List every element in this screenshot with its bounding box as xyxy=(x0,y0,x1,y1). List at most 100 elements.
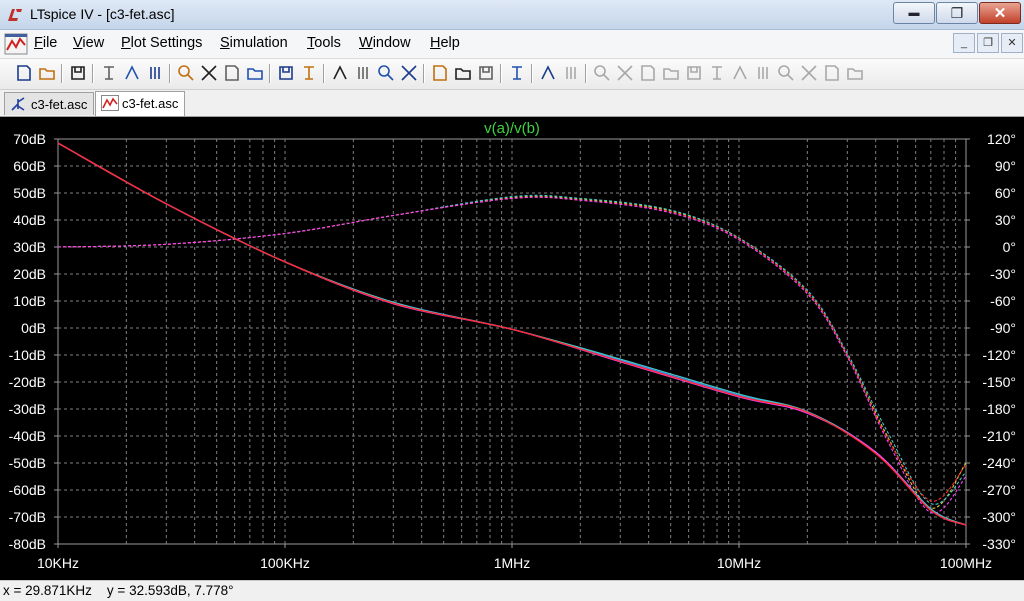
toolbar-separator xyxy=(585,64,587,83)
y-tick-label: 20dB xyxy=(13,266,46,282)
y-tick-label: 40dB xyxy=(13,212,46,228)
minimize-icon: ▬ xyxy=(908,7,920,19)
move-icon[interactable] xyxy=(753,63,773,83)
x-tick-label: 100MHz xyxy=(940,555,992,571)
y2-tick-label: -120° xyxy=(982,347,1016,363)
close-button[interactable]: ✕ xyxy=(979,2,1021,24)
y2-tick-label: -30° xyxy=(990,266,1016,282)
ground-icon[interactable] xyxy=(592,63,612,83)
tab-schematic[interactable]: c3-fet.asc xyxy=(4,92,94,115)
autorange-icon[interactable] xyxy=(276,63,296,83)
zoom-cancel-icon[interactable] xyxy=(245,63,265,83)
y-tick-label: 0dB xyxy=(21,320,46,336)
save-icon[interactable] xyxy=(68,63,88,83)
mdi-close-button[interactable]: ✕ xyxy=(1001,33,1023,53)
cut-icon[interactable] xyxy=(399,63,419,83)
x-tick-label: 100KHz xyxy=(260,555,310,571)
y-tick-label: -10dB xyxy=(9,347,46,363)
toolbar-separator xyxy=(500,64,502,83)
y2-tick-label: 90° xyxy=(995,158,1016,174)
y2-tick-label: 30° xyxy=(995,212,1016,228)
zoom-pan-icon[interactable] xyxy=(199,63,219,83)
inductor-icon[interactable] xyxy=(684,63,704,83)
minimize-button[interactable]: ▬ xyxy=(893,2,935,24)
y2-tick-label: 120° xyxy=(987,131,1016,147)
rotate-icon[interactable] xyxy=(845,63,865,83)
zoom-out-icon[interactable] xyxy=(222,63,242,83)
waveform-window-icon xyxy=(4,33,28,55)
y2-tick-label: -240° xyxy=(982,455,1016,471)
undo-icon[interactable] xyxy=(799,63,819,83)
waveform-icon xyxy=(101,95,119,111)
menu-window[interactable]: Window xyxy=(359,35,411,51)
mdi-minimize-button[interactable]: _ xyxy=(953,33,975,53)
y-tick-label: -30dB xyxy=(9,401,46,417)
print-setup-icon[interactable] xyxy=(507,63,527,83)
window-title: LTspice IV - [c3-fet.asc] xyxy=(30,6,175,22)
toolbar-separator xyxy=(169,64,171,83)
copy-icon[interactable] xyxy=(430,63,450,83)
y2-tick-label: 0° xyxy=(1003,239,1016,255)
tab-label: c3-fet.asc xyxy=(31,97,88,112)
toolbar-separator xyxy=(323,64,325,83)
menu-file[interactable]: File xyxy=(34,35,57,51)
paste-icon[interactable] xyxy=(453,63,473,83)
zoom-in-icon[interactable] xyxy=(176,63,196,83)
redo-icon[interactable] xyxy=(822,63,842,83)
new-schematic-icon[interactable] xyxy=(14,63,34,83)
y-tick-label: 70dB xyxy=(13,131,46,147)
y2-tick-label: 60° xyxy=(995,185,1016,201)
menu-view[interactable]: View xyxy=(73,35,104,51)
menu-help[interactable]: Help xyxy=(430,35,460,51)
cursor-readout: x = 29.871KHz y = 32.593dB, 7.778° xyxy=(3,583,234,598)
mark-cursor-icon[interactable] xyxy=(299,63,319,83)
cascade-icon[interactable] xyxy=(353,63,373,83)
menu-bar: File View Plot Settings Simulation Tools… xyxy=(0,30,1024,59)
open-icon[interactable] xyxy=(37,63,57,83)
y-tick-label: 30dB xyxy=(13,239,46,255)
close-window-icon[interactable] xyxy=(376,63,396,83)
control-panel-icon[interactable] xyxy=(99,63,119,83)
menu-simulation[interactable]: Simulation xyxy=(220,35,288,51)
tab-waveform[interactable]: c3-fet.asc xyxy=(95,91,185,116)
waveform-plot[interactable]: v(a)/v(b) 70dB 60dB 50dB 40dB 30dB 20dB 10dB 0dB… xyxy=(0,117,1024,580)
y-tick-label: -20dB xyxy=(9,374,46,390)
diode-icon[interactable] xyxy=(707,63,727,83)
halt-icon[interactable] xyxy=(145,63,165,83)
find-icon[interactable] xyxy=(476,63,496,83)
y-tick-label: 10dB xyxy=(13,293,46,309)
component-icon[interactable] xyxy=(730,63,750,83)
status-bar: x = 29.871KHz y = 32.593dB, 7.778° xyxy=(0,580,1024,601)
y-tick-label: 60dB xyxy=(13,158,46,174)
toolbar-separator xyxy=(423,64,425,83)
y2-tick-label: -270° xyxy=(982,482,1016,498)
run-icon[interactable] xyxy=(122,63,142,83)
y2-tick-label: -330° xyxy=(982,536,1016,552)
menu-plot-settings[interactable]: Plot Settings xyxy=(121,35,202,51)
toolbar-separator xyxy=(92,64,94,83)
x-tick-label: 10KHz xyxy=(37,555,79,571)
ltspice-logo-icon xyxy=(8,9,22,21)
capacitor-icon[interactable] xyxy=(661,63,681,83)
y-tick-label: -70dB xyxy=(9,509,46,525)
bode-plot[interactable]: v(a)/v(b) 70dB 60dB 50dB 40dB 30dB 20dB 10dB 0dB… xyxy=(0,117,1024,580)
y2-tick-label: -150° xyxy=(982,374,1016,390)
y-tick-label: -50dB xyxy=(9,455,46,471)
y-tick-label: -40dB xyxy=(9,428,46,444)
y2-tick-label: -90° xyxy=(990,320,1016,336)
y2-tick-label: -60° xyxy=(990,293,1016,309)
close-icon: ✕ xyxy=(993,5,1007,22)
x-tick-label: 10MHz xyxy=(717,555,761,571)
maximize-button[interactable]: ❐ xyxy=(936,2,978,24)
mdi-restore-button[interactable]: ❐ xyxy=(977,33,999,53)
menu-tools[interactable]: Tools xyxy=(307,35,341,51)
y-tick-label: -80dB xyxy=(9,536,46,552)
print-icon[interactable] xyxy=(538,63,558,83)
drag-icon[interactable] xyxy=(776,63,796,83)
wire-icon[interactable] xyxy=(561,63,581,83)
tile-horizontal-icon[interactable] xyxy=(330,63,350,83)
y2-tick-label: -210° xyxy=(982,428,1016,444)
restore-icon: ❐ xyxy=(950,4,964,21)
resistor-icon[interactable] xyxy=(638,63,658,83)
label-icon[interactable] xyxy=(615,63,635,83)
